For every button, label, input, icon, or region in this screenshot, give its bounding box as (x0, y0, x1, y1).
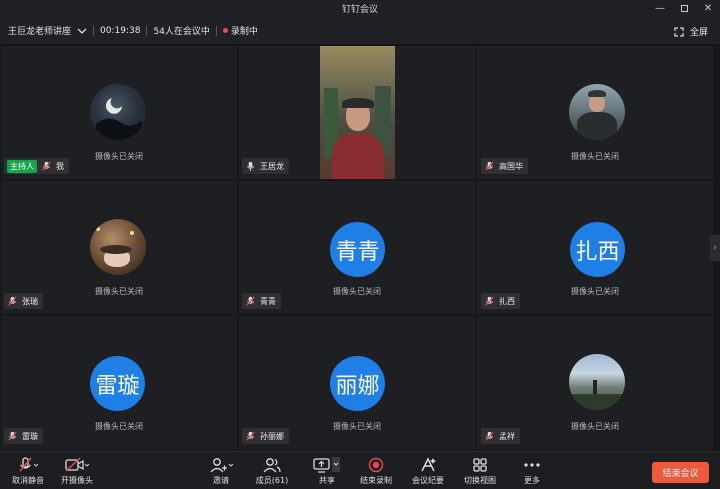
fullscreen-icon (674, 26, 684, 37)
switch-view-label: 切换视图 (464, 476, 496, 485)
mic-muted-icon (19, 457, 39, 472)
unmute-label: 取消静音 (12, 476, 44, 485)
more-button[interactable]: 更多 (519, 455, 545, 489)
participant-name: 孟祥 (499, 431, 515, 441)
end-recording-label: 结束录制 (360, 476, 392, 485)
video-grid: 摄像头已关闭 主持人 我 王居龙 摄像头已关闭 高国华 摄像头已关闭 张瑞 青青… (1, 46, 713, 450)
participant-name: 我 (56, 161, 64, 171)
recording-status: 录制中 (217, 24, 264, 37)
members-button[interactable]: 成员(61) (252, 455, 292, 489)
start-camera-button[interactable]: 开摄像头 (56, 455, 98, 489)
participant-name-tag: 主持人 我 (4, 158, 69, 174)
participant-name: 王居龙 (260, 161, 284, 171)
participant-name: 雷璇 (22, 431, 38, 441)
avatar: 扎西 (570, 222, 625, 277)
participant-name: 张瑞 (22, 296, 38, 306)
mic-muted-icon (485, 296, 494, 306)
camera-off-icon (65, 457, 90, 472)
participant-name: 青青 (260, 296, 276, 306)
participant-name-tag: 扎西 (481, 293, 520, 309)
end-recording-button[interactable]: 结束录制 (358, 455, 394, 489)
participant-name-tag: 孙丽娜 (242, 428, 289, 444)
title-bar: 钉钉会议 — ✕ (0, 0, 720, 17)
camera-label: 开摄像头 (61, 476, 93, 485)
minimize-button[interactable]: — (648, 0, 672, 17)
screen-share-icon (313, 457, 340, 473)
switch-view-button[interactable]: 切换视图 (462, 455, 498, 489)
minimize-icon: — (655, 3, 665, 14)
mic-muted-icon (8, 431, 17, 441)
record-stop-icon (368, 457, 384, 473)
more-dots-icon (524, 463, 540, 467)
close-icon: ✕ (703, 3, 713, 14)
meeting-name-dropdown[interactable]: 王巨龙老师讲座 (0, 24, 93, 37)
avatar (569, 354, 625, 410)
end-meeting-button[interactable]: 结束会议 (652, 462, 709, 483)
participant-tile-sunlina[interactable]: 丽娜 摄像头已关闭 孙丽娜 (239, 316, 475, 449)
avatar: 青青 (330, 222, 385, 277)
meeting-minutes-button[interactable]: 会议纪要 (410, 455, 446, 489)
window-title: 钉钉会议 (341, 5, 378, 15)
participant-name-tag: 孟祥 (481, 428, 520, 444)
chevron-right-icon: › (713, 243, 717, 253)
participant-tile-qingqing[interactable]: 青青 摄像头已关闭 青青 (239, 181, 475, 314)
close-button[interactable]: ✕ (696, 0, 720, 17)
fullscreen-button[interactable]: 全屏 (674, 25, 708, 38)
participant-name: 扎西 (499, 296, 515, 306)
fullscreen-label: 全屏 (689, 28, 708, 38)
maximize-button[interactable] (672, 0, 696, 17)
video-feed (320, 46, 395, 179)
invite-button[interactable]: 邀请 (206, 455, 236, 489)
participant-tile-mengxiang[interactable]: 摄像头已关闭 孟祥 (477, 316, 713, 449)
moon-night-icon (96, 98, 142, 140)
participant-name: 高国华 (499, 161, 523, 171)
unmute-button[interactable]: 取消静音 (8, 455, 48, 489)
share-label: 共享 (319, 476, 335, 485)
participant-name-tag: 张瑞 (4, 293, 43, 309)
share-button[interactable]: 共享 (312, 455, 342, 489)
invite-label: 邀请 (213, 476, 229, 485)
members-label: 成员(61) (255, 476, 289, 485)
meeting-info-bar: 王巨龙老师讲座 00:19:38 54人在会议中 录制中 全屏 (0, 17, 720, 45)
participant-name: 孙丽娜 (260, 431, 284, 441)
next-page-button[interactable]: › (710, 235, 720, 261)
participant-tile-gao[interactable]: 摄像头已关闭 高国华 (477, 46, 713, 179)
meeting-toolbar: 取消静音 开摄像头 邀请 成员(61) 共享 结束录制 会议纪要 切换视图 更多… (0, 451, 720, 489)
maximize-icon (680, 5, 688, 12)
mic-muted-icon (485, 161, 494, 171)
mic-muted-icon (42, 161, 51, 171)
minutes-ai-icon (421, 457, 436, 472)
avatar: 丽娜 (330, 356, 385, 411)
mic-muted-icon (485, 431, 494, 441)
grid-view-icon (473, 458, 487, 472)
chevron-down-icon (77, 28, 87, 34)
recording-status-label: 录制中 (230, 27, 258, 37)
avatar: 雷璇 (90, 356, 145, 411)
mic-muted-icon (246, 296, 255, 306)
meeting-duration: 00:19:38 (100, 25, 141, 36)
mic-muted-icon (8, 296, 17, 306)
participant-tile-zhang[interactable]: 摄像头已关闭 张瑞 (1, 181, 237, 314)
participant-name-tag: 雷璇 (4, 428, 43, 444)
avatar (569, 84, 625, 140)
invite-user-icon (210, 458, 234, 473)
mic-icon (246, 161, 255, 171)
avatar (90, 219, 146, 275)
avatar (90, 84, 146, 140)
participant-name-tag: 王居龙 (242, 158, 289, 174)
participant-name-tag: 高国华 (481, 158, 528, 174)
minutes-label: 会议纪要 (412, 476, 444, 485)
participant-tile-leixuan[interactable]: 雷璇 摄像头已关闭 雷璇 (1, 316, 237, 449)
participant-tile-video[interactable]: 王居龙 (239, 46, 475, 179)
recording-dot-icon (222, 28, 228, 33)
participant-tile-me[interactable]: 摄像头已关闭 主持人 我 (1, 46, 237, 179)
host-badge: 主持人 (7, 159, 37, 173)
more-label: 更多 (524, 476, 540, 485)
participant-name-tag: 青青 (242, 293, 281, 309)
meeting-name: 王巨龙老师讲座 (8, 27, 72, 37)
participants-status[interactable]: 54人在会议中 (147, 24, 215, 37)
participant-tile-zhaxi[interactable]: 扎西 摄像头已关闭 扎西 (477, 181, 713, 314)
members-icon (263, 458, 281, 473)
mic-muted-icon (246, 431, 255, 441)
